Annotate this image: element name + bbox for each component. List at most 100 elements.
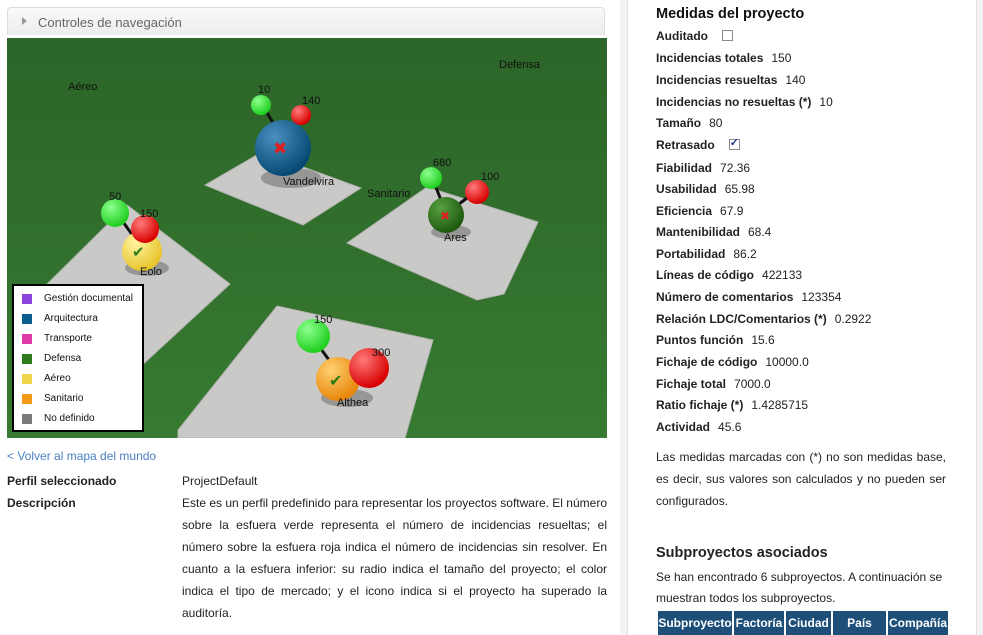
legend-swatch — [22, 414, 32, 424]
auditado-checkbox[interactable] — [722, 30, 733, 41]
measure-key: Ratio fichaje (*) — [656, 398, 744, 412]
zone-label-defensa: Defensa — [499, 59, 541, 71]
measure-value: 72.36 — [720, 161, 751, 175]
expand-arrow-icon[interactable] — [22, 17, 27, 25]
resolved-sphere[interactable] — [251, 95, 271, 115]
measure-key: Fiabilidad — [656, 161, 713, 175]
unresolved-sphere[interactable] — [465, 180, 489, 204]
legend-swatch — [22, 354, 32, 364]
legend-swatch — [22, 294, 32, 304]
measure-key: Actividad — [656, 420, 711, 434]
resolved-sphere[interactable] — [420, 167, 442, 189]
subprojects-table-header: Subproyecto Factoría Ciudad País Compañí… — [658, 611, 950, 635]
legend-label: No definido — [44, 413, 95, 424]
project-name-label: Eolo — [140, 266, 162, 278]
measure-row: Líneas de código 422133 — [656, 268, 802, 286]
measure-key: Portabilidad — [656, 247, 726, 261]
measures-title: Medidas del proyecto — [656, 6, 805, 22]
measure-value: 1.4285715 — [751, 398, 809, 412]
cross-icon: ✖ — [273, 139, 287, 159]
measure-key: Auditado — [656, 29, 708, 43]
profile-description-value: Este es un perfil predefinido para repre… — [182, 496, 607, 620]
measure-key: Incidencias totales — [656, 51, 764, 65]
measure-value: 123354 — [801, 290, 842, 304]
subprojects-title: Subproyectos asociados — [656, 545, 828, 561]
measure-value: 80 — [709, 116, 723, 130]
measure-row: Tamaño 80 — [656, 116, 722, 134]
market-type-legend: Gestión documental Arquitectura Transpor… — [12, 284, 144, 432]
measure-row: Portabilidad 86.2 — [656, 247, 757, 265]
resolved-count: 150 — [314, 314, 332, 326]
legend-label: Gestión documental — [44, 293, 133, 304]
back-to-world-map-link[interactable]: < Volver al mapa del mundo — [7, 449, 156, 463]
check-icon: ✔ — [329, 371, 342, 390]
legend-label: Sanitario — [44, 393, 84, 404]
column-header-ciudad[interactable]: Ciudad — [786, 611, 831, 635]
measure-value: 7000.0 — [734, 377, 771, 391]
measure-value: 150 — [771, 51, 792, 65]
measure-row: Fiabilidad 72.36 — [656, 161, 750, 179]
measure-key: Fichaje total — [656, 377, 727, 391]
resolved-sphere[interactable] — [101, 199, 129, 227]
3d-scene-view[interactable]: Aéreo Defensa Sanitario 10 140 ✖ Vandelv… — [7, 38, 607, 438]
measure-key: Incidencias resueltas — [656, 73, 778, 87]
measure-value: 86.2 — [733, 247, 757, 261]
legend-label: Arquitectura — [44, 313, 98, 324]
measure-key: Tamaño — [656, 116, 702, 130]
measure-row: Actividad 45.6 — [656, 420, 741, 438]
legend-label: Aéreo — [44, 373, 71, 384]
profile-selected-label: Perfil seleccionado — [7, 474, 117, 488]
measure-key: Usabilidad — [656, 182, 717, 196]
measure-retrasado: Retrasado — [656, 136, 740, 156]
resolved-count: 50 — [109, 191, 121, 203]
measure-value: 67.9 — [720, 204, 744, 218]
legend-label: Transporte — [44, 333, 92, 344]
measure-key: Mantenibilidad — [656, 225, 740, 239]
project-measures-panel: Medidas del proyecto Auditado Incidencia… — [627, 0, 977, 635]
legend-swatch — [22, 394, 32, 404]
project-name-label: Vandelvira — [283, 176, 335, 188]
measure-row: Mantenibilidad 68.4 — [656, 225, 771, 243]
profile-description-label: Descripción — [7, 496, 76, 510]
measure-row: Fichaje total 7000.0 — [656, 377, 771, 395]
column-header-pais[interactable]: País — [833, 611, 886, 635]
column-header-compania[interactable]: Compañía — [888, 611, 948, 635]
column-header-factoria[interactable]: Factoría — [734, 611, 784, 635]
legend-label: Defensa — [44, 353, 82, 364]
measure-key: Puntos función — [656, 333, 744, 347]
measure-row: Incidencias no resueltas (*) 10 — [656, 95, 833, 113]
measure-row: Número de comentarios 123354 — [656, 290, 841, 308]
measures-note: Las medidas marcadas con (*) no son medi… — [656, 450, 946, 508]
resolved-count: 680 — [433, 157, 451, 169]
legend-swatch — [22, 374, 32, 384]
measure-value: 10000.0 — [765, 355, 809, 369]
zone-label-sanitario: Sanitario — [367, 188, 410, 200]
measure-key: Retrasado — [656, 138, 715, 152]
measure-key: Relación LDC/Comentarios (*) — [656, 312, 827, 326]
cross-icon: ✖ — [440, 209, 450, 223]
project-name-label: Ares — [444, 232, 467, 244]
measure-value: 45.6 — [718, 420, 742, 434]
measure-value: 65.98 — [724, 182, 755, 196]
measure-row: Puntos función 15.6 — [656, 333, 775, 351]
measure-row: Ratio fichaje (*) 1.4285715 — [656, 398, 808, 416]
check-icon: ✔ — [132, 243, 145, 261]
column-header-subproyecto[interactable]: Subproyecto — [658, 611, 732, 635]
profile-selected-value: ProjectDefault — [182, 474, 258, 488]
navigation-controls-title: Controles de navegación — [38, 15, 182, 30]
navigation-controls-header[interactable]: Controles de navegación — [7, 7, 605, 35]
unresolved-sphere[interactable] — [291, 105, 311, 125]
measure-row: Fichaje de código 10000.0 — [656, 355, 809, 373]
measure-value: 10 — [819, 95, 833, 109]
measure-value: 0.2922 — [834, 312, 872, 326]
project-name-label: Althea — [337, 397, 369, 409]
measure-value: 422133 — [762, 268, 803, 282]
measure-key: Eficiencia — [656, 204, 713, 218]
unresolved-count: 300 — [372, 347, 390, 359]
measure-key: Líneas de código — [656, 268, 755, 282]
resolved-count: 10 — [258, 84, 270, 96]
unresolved-count: 140 — [302, 95, 320, 107]
measure-value: 140 — [785, 73, 806, 87]
measure-key: Fichaje de código — [656, 355, 758, 369]
retrasado-checkbox[interactable] — [728, 136, 740, 150]
